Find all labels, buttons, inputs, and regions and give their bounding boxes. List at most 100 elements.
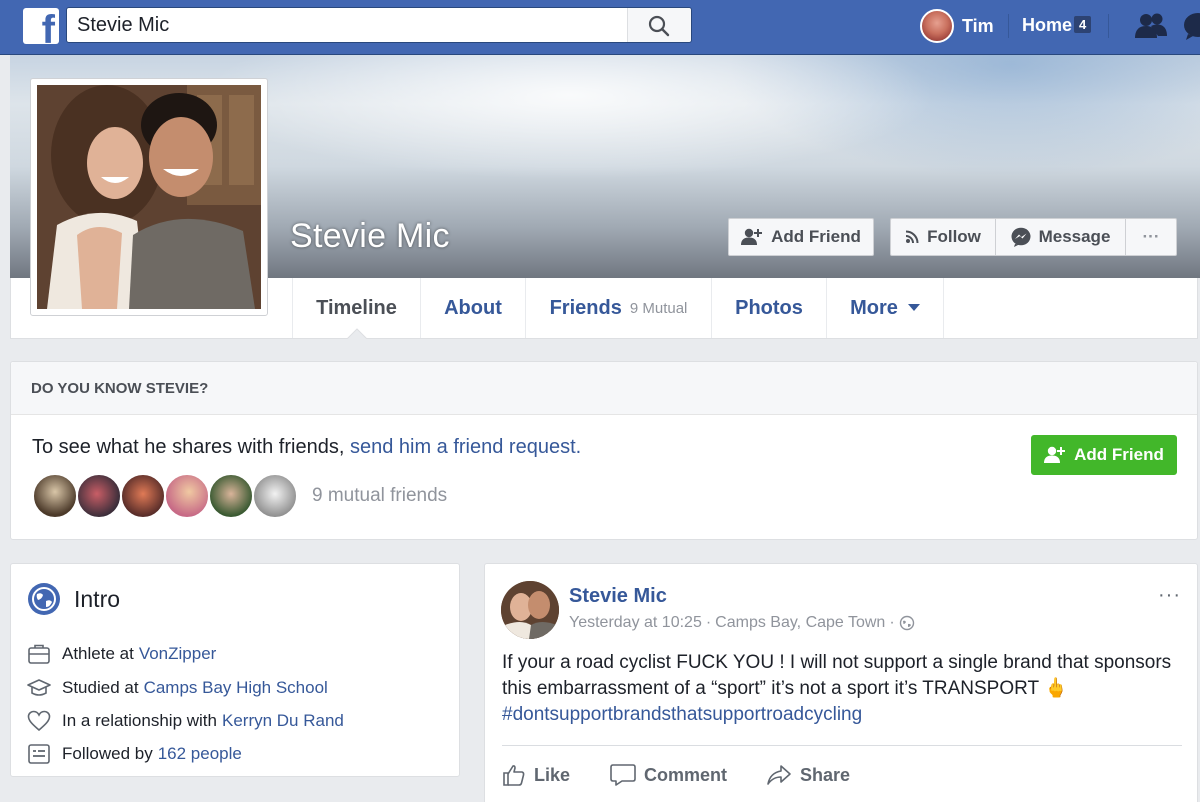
- followers-icon: [28, 744, 50, 764]
- comment-icon: [610, 764, 636, 786]
- mutual-friend-avatar[interactable]: [120, 473, 166, 519]
- like-button[interactable]: Like: [502, 760, 570, 790]
- chevron-down-icon: [907, 304, 920, 311]
- search-icon: [648, 15, 670, 37]
- profile-picture[interactable]: [30, 78, 268, 316]
- graduation-cap-icon: [27, 679, 51, 696]
- search-box: [66, 7, 692, 43]
- intro-work-text: Athlete at: [62, 644, 134, 663]
- add-friend-button[interactable]: Add Friend: [728, 218, 874, 256]
- add-friend-label: Add Friend: [1074, 445, 1164, 464]
- mutual-friend-avatar[interactable]: [252, 473, 298, 519]
- post-text: If your a road cyclist FUCK YOU ! I will…: [502, 650, 1182, 728]
- intro-followers-link[interactable]: 162 people: [158, 744, 242, 764]
- post-author-name[interactable]: Stevie Mic: [569, 585, 667, 608]
- post-author-avatar[interactable]: [501, 581, 559, 639]
- post-options-icon[interactable]: ···: [1158, 584, 1181, 607]
- user-name: Tim: [962, 15, 994, 36]
- mutual-friends-count: 9 Mutual: [629, 299, 688, 317]
- tab-friends-label: Friends: [549, 296, 622, 319]
- more-options-icon: ···: [1142, 227, 1160, 246]
- facebook-logo-icon[interactable]: f: [23, 8, 59, 44]
- post-divider: [502, 745, 1182, 746]
- tab-about[interactable]: About: [420, 278, 525, 338]
- share-icon: [767, 765, 791, 785]
- mutual-friends-row: 9 mutual friends: [32, 473, 447, 519]
- add-friend-icon: [1044, 446, 1066, 463]
- do-you-know-card: DO YOU KNOW STEVIE? To see what he share…: [10, 361, 1198, 540]
- intro-relationship-link[interactable]: Kerryn Du Rand: [222, 711, 344, 731]
- tab-timeline-label: Timeline: [316, 296, 397, 319]
- friend-requests-icon[interactable]: [1134, 12, 1168, 40]
- profile-photo-image: [37, 85, 261, 309]
- tab-about-label: About: [444, 296, 502, 319]
- intro-work: Athlete at VonZipper: [27, 642, 216, 666]
- top-navigation-bar: f Tim Home 4: [0, 0, 1200, 55]
- meta-separator: ·: [705, 614, 712, 631]
- post-location[interactable]: Camps Bay, Cape Town: [715, 614, 885, 632]
- message-button[interactable]: Message: [995, 218, 1126, 256]
- share-label: Share: [800, 764, 851, 785]
- friend-request-prompt: To see what he shares with friends, send…: [32, 436, 581, 459]
- rss-follow-icon: [905, 230, 919, 244]
- share-button[interactable]: Share: [766, 760, 850, 790]
- intro-title: Intro: [74, 586, 121, 612]
- intro-education-link[interactable]: Camps Bay High School: [144, 678, 328, 698]
- search-button[interactable]: [627, 8, 691, 42]
- comment-button[interactable]: Comment: [610, 760, 727, 790]
- send-friend-request-link[interactable]: send him a friend request.: [350, 436, 581, 458]
- privacy-globe-icon[interactable]: [899, 615, 915, 631]
- messenger-icon[interactable]: [1182, 12, 1200, 40]
- intro-education-text: Studied at: [62, 678, 139, 697]
- card-header: DO YOU KNOW STEVIE?: [11, 362, 1197, 415]
- intro-work-link[interactable]: VonZipper: [139, 644, 217, 664]
- message-label: Message: [1038, 227, 1111, 246]
- intro-card: Intro Athlete at VonZipper Studied at Ca…: [10, 563, 460, 777]
- home-link[interactable]: Home: [1022, 15, 1072, 36]
- post-emoji: 🖕: [1044, 678, 1068, 699]
- active-tab-indicator: [347, 328, 367, 339]
- add-friend-button-green[interactable]: Add Friend: [1031, 435, 1177, 475]
- intro-followers-text: Followed by: [62, 744, 153, 763]
- mutual-friends-count[interactable]: 9 mutual friends: [312, 485, 447, 507]
- post-timestamp[interactable]: Yesterday at 10:25: [569, 614, 702, 632]
- heart-icon: [27, 710, 51, 732]
- intro-followers: Followed by 162 people: [27, 742, 242, 766]
- add-friend-icon: [741, 228, 763, 245]
- prompt-text: To see what he shares with friends,: [32, 436, 345, 458]
- profile-name[interactable]: Stevie Mic: [290, 217, 450, 256]
- nav-divider: [1008, 14, 1009, 38]
- intro-relationship: In a relationship with Kerryn Du Rand: [27, 709, 344, 733]
- add-friend-label: Add Friend: [771, 227, 861, 246]
- tab-photos[interactable]: Photos: [711, 278, 826, 338]
- messenger-icon: [1011, 227, 1031, 247]
- profile-nav-link[interactable]: Tim: [920, 9, 994, 43]
- tab-more-label: More: [850, 296, 898, 319]
- post-hashtag-link[interactable]: #dontsupportbrandsthatsupportroadcycling: [502, 704, 862, 725]
- timeline-post: Stevie Mic Yesterday at 10:25 · Camps Ba…: [484, 563, 1198, 802]
- tab-friends[interactable]: Friends 9 Mutual: [525, 278, 711, 338]
- like-label: Like: [534, 764, 571, 785]
- comment-label: Comment: [644, 764, 728, 785]
- post-meta: Yesterday at 10:25 · Camps Bay, Cape Tow…: [569, 614, 915, 632]
- intro-relationship-text: In a relationship with: [62, 711, 217, 730]
- search-input[interactable]: [77, 8, 617, 42]
- follow-button[interactable]: Follow: [890, 218, 996, 256]
- meta-separator: ·: [889, 614, 895, 631]
- more-options-button[interactable]: ···: [1125, 218, 1177, 256]
- mutual-friend-avatar[interactable]: [76, 473, 122, 519]
- thumbs-up-icon: [503, 765, 525, 786]
- follow-label: Follow: [927, 227, 981, 246]
- nav-divider: [1108, 14, 1109, 38]
- tab-more[interactable]: More: [826, 278, 944, 338]
- mutual-friend-avatar[interactable]: [208, 473, 254, 519]
- tab-photos-label: Photos: [735, 296, 803, 319]
- profile-photo-illustration: [37, 85, 261, 309]
- home-notification-badge: 4: [1074, 16, 1092, 33]
- post-body-text: If your a road cyclist FUCK YOU ! I will…: [502, 652, 1172, 699]
- mutual-friend-avatar[interactable]: [32, 473, 78, 519]
- avatar: [920, 9, 954, 43]
- briefcase-icon: [28, 644, 50, 664]
- intro-education: Studied at Camps Bay High School: [27, 676, 328, 700]
- mutual-friend-avatar[interactable]: [164, 473, 210, 519]
